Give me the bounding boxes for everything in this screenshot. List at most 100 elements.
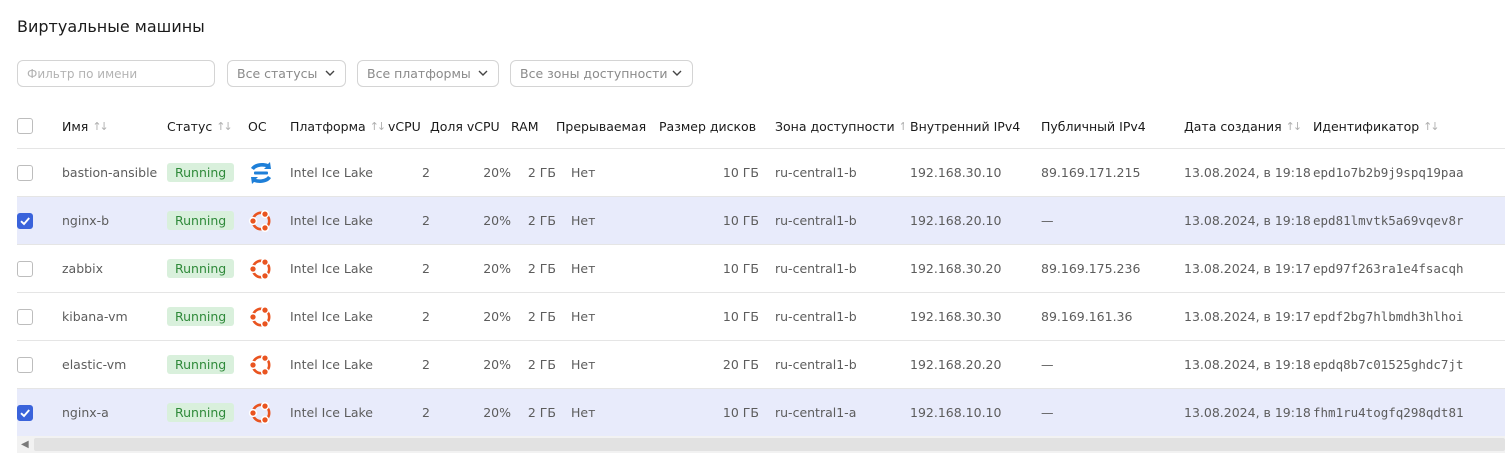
- row-checkbox[interactable]: [17, 356, 33, 373]
- column-platform[interactable]: Платформа ↑↓: [290, 104, 388, 149]
- table-row[interactable]: kibana-vm Running Intel Ice Lake 2 20% 2 ГБ Не…: [17, 292, 1505, 341]
- table-row[interactable]: bastion-ansible Running Intel Ice Lake 2 20%…: [17, 148, 1505, 197]
- vm-name[interactable]: kibana-vm: [62, 292, 167, 341]
- ram-cell: 2 ГБ: [511, 292, 556, 341]
- zone-cell: ru-central1-b: [759, 148, 904, 197]
- row-checkbox[interactable]: [17, 164, 33, 181]
- almalinux-icon: [248, 161, 274, 184]
- row-checkbox[interactable]: [17, 308, 33, 325]
- vcpu-cell: 2: [388, 340, 430, 389]
- sort-icon[interactable]: ↑↓: [1286, 120, 1303, 133]
- disk-size-cell: 10 ГБ: [659, 292, 759, 341]
- sort-icon[interactable]: ↑↓: [370, 120, 387, 133]
- vcpu-cell: 2: [388, 148, 430, 197]
- sort-icon[interactable]: ↑↓: [216, 120, 233, 133]
- disk-size-cell: 20 ГБ: [659, 340, 759, 389]
- table-row[interactable]: elastic-vm Running Intel Ice Lake 2 20% 2 ГБ Н…: [17, 340, 1505, 389]
- table-row[interactable]: nginx-a Running Intel Ice Lake 2 20% 2 ГБ Нет 1…: [17, 388, 1505, 437]
- column-created[interactable]: Дата создания ↑↓: [1184, 104, 1313, 149]
- row-select-cell: [17, 388, 62, 437]
- vcpu-cell: 2: [388, 292, 430, 341]
- vm-name[interactable]: elastic-vm: [62, 340, 167, 389]
- status-cell: Running: [167, 292, 248, 341]
- disk-size-cell: 10 ГБ: [659, 148, 759, 197]
- vm-table: Имя ↑↓ Статус ↑↓ ОС Платформа ↑↓ vCPU Доля …: [17, 104, 1505, 437]
- column-internal-ip: Внутренний IPv4: [904, 104, 1041, 149]
- page-title: Виртуальные машины: [17, 17, 205, 36]
- vcpu-share-cell: 20%: [430, 148, 511, 197]
- status-badge: Running: [167, 355, 235, 374]
- os-cell: [248, 292, 290, 341]
- column-public-ip: Публичный IPv4: [1041, 104, 1184, 149]
- vcpu-share-cell: 20%: [430, 244, 511, 293]
- vm-name[interactable]: nginx-a: [62, 388, 167, 437]
- column-preemptible: Прерываемая: [556, 104, 659, 149]
- row-checkbox[interactable]: [17, 260, 33, 277]
- sort-icon[interactable]: ↑↓: [92, 120, 109, 133]
- disk-size-cell: 10 ГБ: [659, 244, 759, 293]
- id-cell: fhm1ru4togfq298qdt81: [1313, 388, 1505, 437]
- zone-cell: ru-central1-b: [759, 292, 904, 341]
- vcpu-cell: 2: [388, 244, 430, 293]
- zone-cell: ru-central1-b: [759, 244, 904, 293]
- row-select-cell: [17, 244, 62, 293]
- internal-ip-cell: 192.168.30.20: [904, 244, 1041, 293]
- id-cell: epdq8b7c01525ghdc7jt: [1313, 340, 1505, 389]
- vm-name[interactable]: bastion-ansible: [62, 148, 167, 197]
- os-cell: [248, 196, 290, 245]
- id-cell: epdf2bg7hlbmdh3hlhoi: [1313, 292, 1505, 341]
- table-header: Имя ↑↓ Статус ↑↓ ОС Платформа ↑↓ vCPU Доля …: [17, 104, 1505, 149]
- ubuntu-icon: [248, 209, 274, 232]
- preemptible-cell: Нет: [556, 196, 659, 245]
- ram-cell: 2 ГБ: [511, 148, 556, 197]
- platform-cell: Intel Ice Lake: [290, 292, 388, 341]
- scroll-left-icon[interactable]: ◀: [21, 439, 29, 450]
- platform-cell: Intel Ice Lake: [290, 244, 388, 293]
- platform-filter-select[interactable]: Все платформы: [357, 60, 499, 87]
- status-cell: Running: [167, 388, 248, 437]
- ram-cell: 2 ГБ: [511, 340, 556, 389]
- chevron-down-icon: [672, 70, 682, 76]
- created-cell: 13.08.2024, в 19:18: [1184, 196, 1313, 245]
- sort-icon[interactable]: ↑↓: [1423, 120, 1440, 133]
- sort-icon[interactable]: ↑↓: [899, 120, 904, 133]
- chevron-down-icon: [325, 70, 335, 76]
- column-zone[interactable]: Зона доступности↑↓: [759, 104, 904, 149]
- internal-ip-cell: 192.168.20.10: [904, 196, 1041, 245]
- column-status[interactable]: Статус ↑↓: [167, 104, 248, 149]
- status-badge: Running: [167, 211, 235, 230]
- scrollbar-thumb[interactable]: [34, 438, 1505, 451]
- preemptible-cell: Нет: [556, 292, 659, 341]
- row-checkbox[interactable]: [17, 212, 33, 229]
- internal-ip-cell: 192.168.30.30: [904, 292, 1041, 341]
- ubuntu-icon: [248, 257, 274, 280]
- status-badge: Running: [167, 163, 235, 182]
- table-row[interactable]: nginx-b Running Intel Ice Lake 2 20% 2 ГБ Нет 1…: [17, 196, 1505, 245]
- disk-size-cell: 10 ГБ: [659, 196, 759, 245]
- public-ip-cell: 89.169.171.215: [1041, 148, 1184, 197]
- created-cell: 13.08.2024, в 19:17: [1184, 292, 1313, 341]
- ram-cell: 2 ГБ: [511, 388, 556, 437]
- vcpu-share-cell: 20%: [430, 340, 511, 389]
- horizontal-scrollbar[interactable]: ◀: [17, 436, 1505, 453]
- column-id[interactable]: Идентификатор ↑↓: [1313, 104, 1505, 149]
- zone-filter-select[interactable]: Все зоны доступности: [510, 60, 693, 87]
- status-cell: Running: [167, 340, 248, 389]
- chevron-down-icon: [478, 70, 488, 76]
- name-filter-input[interactable]: [17, 60, 215, 87]
- vm-name[interactable]: nginx-b: [62, 196, 167, 245]
- row-select-cell: [17, 292, 62, 341]
- column-name[interactable]: Имя ↑↓: [62, 104, 167, 149]
- public-ip-cell: 89.169.175.236: [1041, 244, 1184, 293]
- table-row[interactable]: zabbix Running Intel Ice Lake 2 20% 2 ГБ Нет 10…: [17, 244, 1505, 293]
- vcpu-share-cell: 20%: [430, 292, 511, 341]
- vm-name[interactable]: zabbix: [62, 244, 167, 293]
- vcpu-share-cell: 20%: [430, 388, 511, 437]
- column-vcpu: vCPU: [388, 104, 430, 149]
- select-all-checkbox[interactable]: [17, 118, 33, 135]
- status-cell: Running: [167, 244, 248, 293]
- created-cell: 13.08.2024, в 19:18: [1184, 388, 1313, 437]
- public-ip-cell: —: [1041, 340, 1184, 389]
- row-checkbox[interactable]: [17, 404, 33, 421]
- status-filter-select[interactable]: Все статусы: [227, 60, 346, 87]
